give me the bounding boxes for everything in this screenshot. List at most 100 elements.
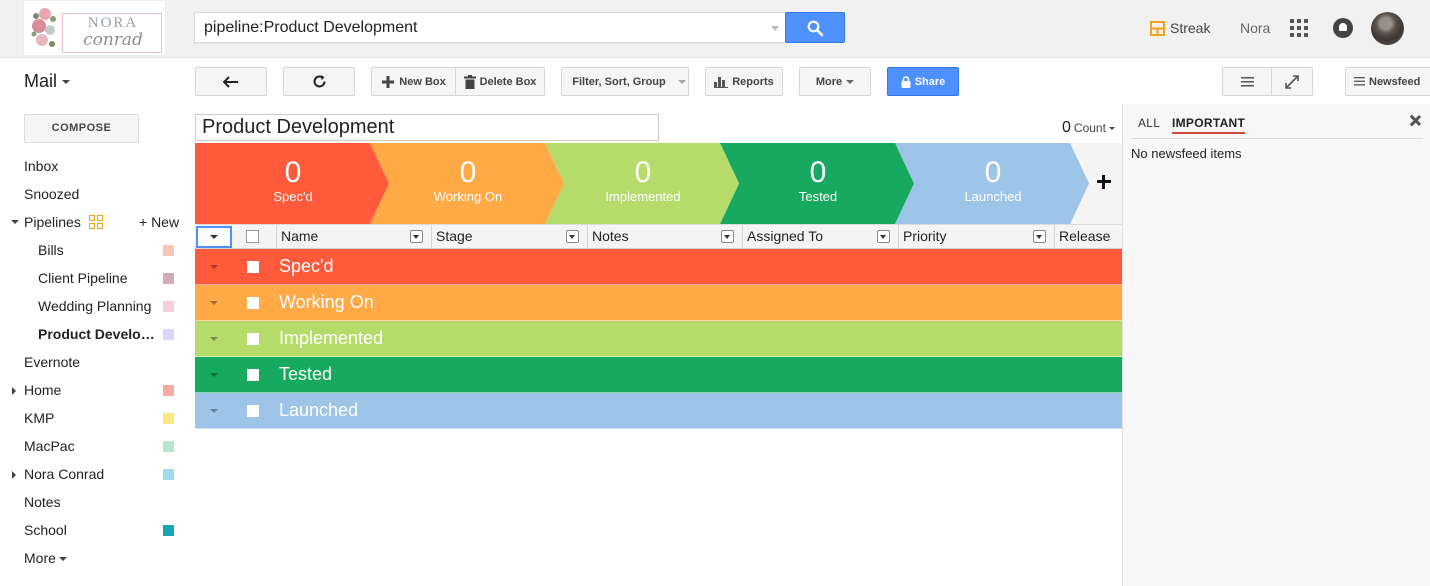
trash-icon [463, 74, 476, 89]
sidebar-item-school[interactable]: School [0, 516, 190, 544]
stage-group-row[interactable]: Spec'd [195, 249, 1123, 285]
newsfeed-button[interactable]: Newsfeed [1345, 67, 1430, 96]
share-label: Share [914, 75, 946, 88]
label-color-swatch[interactable] [163, 301, 174, 312]
column-header-assigned-to[interactable]: Assigned To [742, 225, 898, 249]
sidebar-item-product-development[interactable]: Product Development [0, 320, 190, 348]
group-checkbox[interactable] [247, 261, 259, 273]
collapse-caret-icon[interactable] [210, 337, 218, 341]
sidebar-item-inbox[interactable]: Inbox [0, 152, 190, 180]
plus-icon [382, 75, 395, 88]
column-header-release[interactable]: Release [1054, 225, 1123, 249]
sidebar-item-evernote[interactable]: Evernote [0, 348, 190, 376]
collapse-caret-icon[interactable] [210, 409, 218, 413]
select-all-checkbox[interactable] [246, 230, 259, 243]
reports-button[interactable]: Reports [705, 67, 783, 96]
column-header-name[interactable]: Name [276, 225, 431, 249]
group-checkbox[interactable] [247, 405, 259, 417]
delete-box-button[interactable]: Delete Box [455, 67, 545, 96]
mail-menu[interactable]: Mail [24, 71, 71, 92]
list-view-button[interactable] [1222, 67, 1272, 96]
label-color-swatch[interactable] [163, 441, 174, 452]
stage-group-row[interactable]: Implemented [195, 321, 1123, 357]
sidebar-item-client-pipeline[interactable]: Client Pipeline [0, 264, 190, 292]
more-button[interactable]: More [799, 67, 871, 96]
group-checkbox[interactable] [247, 333, 259, 345]
column-header-notes[interactable]: Notes [587, 225, 742, 249]
reports-label: Reports [732, 75, 774, 88]
expand-view-button[interactable] [1271, 67, 1313, 96]
sidebar-item-notes[interactable]: Notes [0, 488, 190, 516]
select-dropdown[interactable] [196, 226, 232, 248]
account-name[interactable]: Nora [1240, 20, 1270, 36]
group-checkbox[interactable] [247, 369, 259, 381]
sidebar-item-macpac[interactable]: MacPac [0, 432, 190, 460]
share-button[interactable]: Share [887, 67, 959, 96]
stage-label: Implemented [605, 189, 681, 204]
compose-button[interactable]: COMPOSE [24, 114, 139, 143]
logo[interactable]: NORA conrad [23, 0, 166, 56]
avatar[interactable] [1371, 12, 1404, 45]
streak-button[interactable]: Streak [1150, 19, 1210, 37]
pipeline-name-field[interactable]: Product Development [195, 114, 659, 141]
label-color-swatch[interactable] [163, 413, 174, 424]
expand-triangle-icon[interactable] [12, 471, 16, 479]
tab-all[interactable]: ALL [1138, 116, 1160, 130]
search-button[interactable] [785, 12, 845, 43]
collapse-caret-icon[interactable] [210, 301, 218, 305]
sidebar-item-bills[interactable]: Bills [0, 236, 190, 264]
collapse-caret-icon[interactable] [210, 265, 218, 269]
search-input[interactable] [204, 18, 764, 38]
sidebar-item-label: More [24, 550, 56, 566]
apps-grid-icon[interactable] [1290, 19, 1308, 37]
new-box-button[interactable]: New Box [371, 67, 456, 96]
column-label: Notes [592, 228, 629, 244]
sidebar-item-kmp[interactable]: KMP [0, 404, 190, 432]
filter-sort-group-button[interactable]: Filter, Sort, Group [561, 67, 677, 96]
sidebar-item-label: Notes [24, 494, 61, 510]
refresh-button[interactable] [283, 67, 355, 96]
sidebar-item-label: School [24, 522, 67, 538]
close-icon[interactable] [1408, 114, 1422, 128]
column-label: Priority [903, 228, 947, 244]
stage-group-row[interactable]: Launched [195, 393, 1123, 429]
label-color-swatch[interactable] [163, 329, 174, 340]
label-color-swatch[interactable] [163, 273, 174, 284]
label-color-swatch[interactable] [163, 245, 174, 256]
sidebar-item-nora-conrad[interactable]: Nora Conrad [0, 460, 190, 488]
new-pipeline-link[interactable]: + New [139, 208, 179, 236]
group-checkbox[interactable] [247, 297, 259, 309]
sidebar-item-label: Nora Conrad [24, 466, 105, 482]
label-color-swatch[interactable] [163, 385, 174, 396]
sidebar-item-home[interactable]: Home [0, 376, 190, 404]
expand-icon [1285, 74, 1299, 89]
column-menu-dropdown[interactable] [566, 230, 579, 243]
count-label: Count [1073, 121, 1106, 135]
sidebar-item-wedding-planning[interactable]: Wedding Planning [0, 292, 190, 320]
column-header-stage[interactable]: Stage [431, 225, 587, 249]
search-options-dropdown[interactable] [771, 26, 779, 31]
expand-triangle-icon[interactable] [11, 220, 19, 224]
sidebar-item-more[interactable]: More [0, 544, 190, 572]
stage-group-row[interactable]: Working On [195, 285, 1123, 321]
column-header-priority[interactable]: Priority [898, 225, 1054, 249]
sidebar-item-pipelines[interactable]: Pipelines + New [0, 208, 190, 236]
column-menu-dropdown[interactable] [1033, 230, 1046, 243]
chevron-down-icon [62, 80, 71, 85]
collapse-caret-icon[interactable] [210, 373, 218, 377]
column-label: Stage [436, 228, 473, 244]
filter-dropdown-arrow[interactable] [676, 67, 689, 96]
count-selector[interactable]: 0 Count [1062, 119, 1115, 137]
column-menu-dropdown[interactable] [721, 230, 734, 243]
column-menu-dropdown[interactable] [877, 230, 890, 243]
label-color-swatch[interactable] [163, 525, 174, 536]
label-color-swatch[interactable] [163, 469, 174, 480]
stage-group-row[interactable]: Tested [195, 357, 1123, 393]
add-stage-plus-icon[interactable] [1095, 173, 1113, 191]
notifications-bell-icon[interactable] [1333, 18, 1353, 38]
back-button[interactable] [195, 67, 267, 96]
column-menu-dropdown[interactable] [410, 230, 423, 243]
expand-triangle-icon[interactable] [12, 387, 16, 395]
tab-important[interactable]: IMPORTANT [1172, 116, 1246, 134]
sidebar-item-snoozed[interactable]: Snoozed [0, 180, 190, 208]
